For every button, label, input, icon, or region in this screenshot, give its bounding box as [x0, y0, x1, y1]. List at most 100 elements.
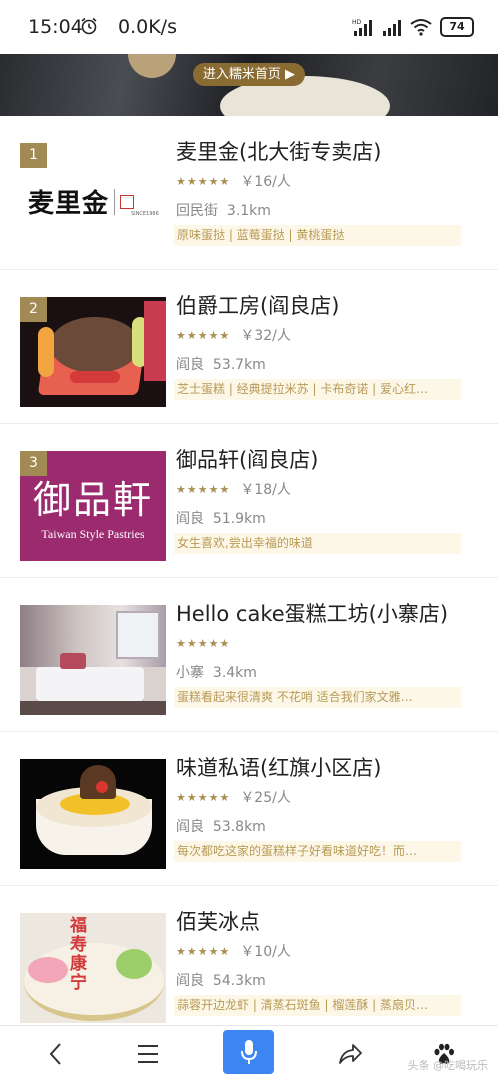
shop-image [20, 605, 166, 715]
network-speed: 0.0K/s [118, 16, 177, 38]
logo-seal [120, 194, 135, 209]
shop-item[interactable]: 3 御品軒 Taiwan Style Pastries 御品轩(阎良店) ★★★… [0, 424, 498, 578]
battery-icon: 74 [440, 17, 474, 37]
shop-item[interactable]: 2 伯爵工房(阎良店) ★★★★★ ￥32/人 阎良 53.7km 芝士蛋糕 |… [0, 270, 498, 424]
recommended-dishes: 每次都吃这家的蛋糕样子好看味道好吃！而… [174, 841, 461, 862]
price-per-person: ￥32/人 [240, 328, 291, 344]
wifi-icon [410, 19, 432, 36]
shop-image [20, 759, 166, 869]
microphone-icon [240, 1040, 257, 1064]
location-row: 小寨 3.4km [176, 662, 257, 682]
room-floor [20, 701, 166, 715]
area-name: 回民街 [176, 203, 218, 219]
shop-item[interactable]: 福寿康宁 佰芙冰点 ★★★★★ ￥10/人 阎良 54.3km 蒜蓉开边龙虾 |… [0, 886, 498, 1040]
back-button[interactable] [38, 1036, 74, 1072]
shop-image: 3 御品軒 Taiwan Style Pastries [20, 451, 166, 561]
shop-logo-text: 御品軒 [32, 478, 153, 522]
area-name: 小寨 [176, 665, 204, 681]
signal-icon [383, 20, 401, 36]
star-rating: ★★★★★ [176, 944, 231, 958]
price-per-person: ￥10/人 [240, 944, 291, 960]
location-row: 阎良 54.3km [176, 970, 266, 990]
recommended-dishes: 女生喜欢,尝出幸福的味道 [174, 533, 461, 554]
location-row: 阎良 53.7km [176, 354, 266, 374]
rank-badge: 3 [20, 451, 47, 476]
status-time: 15:04 [28, 16, 83, 38]
voice-search-button[interactable] [223, 1030, 274, 1074]
area-name: 阎良 [176, 357, 204, 373]
recommended-dishes: 原味蛋挞 | 蓝莓蛋挞 | 黄桃蛋挞 [174, 225, 461, 246]
signal-hd-icon: HD [352, 19, 372, 36]
location-row: 阎良 51.9km [176, 508, 266, 528]
shop-name[interactable]: Hello cake蛋糕工坊(小寨店) [176, 598, 448, 628]
price-per-person: ￥18/人 [240, 482, 291, 498]
shop-name[interactable]: 伯爵工房(阎良店) [176, 290, 339, 320]
cake-fruit-left [38, 327, 54, 377]
rank-badge: 1 [20, 143, 47, 168]
shop-logo-sub: Taiwan Style Pastries [41, 527, 145, 541]
share-button[interactable] [332, 1036, 368, 1072]
star-rating: ★★★★★ [176, 636, 231, 650]
enter-nuomi-home-button[interactable]: 进入糯米首页 ▶ [193, 63, 305, 86]
recommended-dishes: 蒜蓉开边龙虾 | 清蒸石斑鱼 | 榴莲酥 | 蒸扇贝… [174, 995, 461, 1016]
location-row: 回民街 3.1km [176, 200, 271, 220]
room-bed [36, 667, 144, 701]
rating-row: ★★★★★ ￥32/人 [176, 327, 291, 344]
signal-hd-label: HD [352, 19, 362, 26]
rating-row: ★★★★★ ￥18/人 [176, 481, 291, 498]
room-window [116, 611, 160, 659]
logo-divider [114, 188, 116, 215]
shop-name[interactable]: 麦里金(北大街专卖店) [176, 136, 381, 166]
area-name: 阎良 [176, 819, 204, 835]
shop-item[interactable]: 味道私语(红旗小区店) ★★★★★ ￥25/人 阎良 53.8km 每次都吃这家… [0, 732, 498, 886]
menu-icon [138, 1045, 158, 1063]
shop-image: 1 麦里金 SINCE1986 [20, 143, 166, 253]
shop-name[interactable]: 佰芙冰点 [176, 906, 260, 936]
cake-text: 福寿康宁 [70, 916, 87, 993]
area-name: 阎良 [176, 511, 204, 527]
shop-item[interactable]: Hello cake蛋糕工坊(小寨店) ★★★★★ 小寨 3.4km 蛋糕看起来… [0, 578, 498, 732]
shop-name[interactable]: 御品轩(阎良店) [176, 444, 318, 474]
distance: 3.1km [226, 203, 271, 219]
star-rating: ★★★★★ [176, 328, 231, 342]
star-rating: ★★★★★ [176, 790, 231, 804]
shop-logo-sub: SINCE1986 [131, 211, 159, 217]
shop-image: 2 [20, 297, 166, 407]
recommended-dishes: 芝士蛋糕 | 经典提拉米苏 | 卡布奇诺 | 爱心红… [174, 379, 461, 400]
alarm-icon [81, 17, 97, 35]
location-row: 阎良 53.8km [176, 816, 266, 836]
star-rating: ★★★★★ [176, 174, 231, 188]
cake-decoration [116, 949, 152, 979]
star-rating: ★★★★★ [176, 482, 231, 496]
distance: 53.8km [212, 819, 266, 835]
distance: 51.9km [212, 511, 266, 527]
room-pillow [60, 653, 86, 669]
rating-row: ★★★★★ ￥25/人 [176, 789, 291, 806]
status-bar: 15:04 0.0K/s HD 74 [0, 0, 498, 54]
cake-peaches [28, 957, 68, 983]
bottom-nav: 头条 @吃喝玩乐 [0, 1025, 498, 1081]
cake-top [50, 317, 140, 373]
distance: 3.4km [212, 665, 257, 681]
menu-button[interactable] [130, 1036, 166, 1072]
shop-image: 福寿康宁 [20, 913, 166, 1023]
price-per-person: ￥25/人 [240, 790, 291, 806]
rating-row: ★★★★★ ￥10/人 [176, 943, 291, 960]
rating-row: ★★★★★ [176, 635, 240, 651]
distance: 54.3km [212, 973, 266, 989]
rating-row: ★★★★★ ￥16/人 [176, 173, 291, 190]
watermark: 头条 @吃喝玩乐 [407, 1059, 489, 1072]
shop-name[interactable]: 味道私语(红旗小区店) [176, 752, 381, 782]
share-icon [339, 1044, 362, 1064]
rank-badge: 2 [20, 297, 47, 322]
banner-pastry-image [128, 54, 176, 78]
shop-item[interactable]: 1 麦里金 SINCE1986 麦里金(北大街专卖店) ★★★★★ ￥16/人 … [0, 116, 498, 270]
cake-fruit-bottom [70, 371, 120, 383]
shop-logo: 麦里金 [28, 183, 135, 220]
distance: 53.7km [212, 357, 266, 373]
area-name: 阎良 [176, 973, 204, 989]
cake-plate [144, 301, 166, 381]
recommended-dishes: 蛋糕看起来很清爽 不花哨 适合我们家文雅… [174, 687, 461, 708]
shop-logo-text: 麦里金 [28, 189, 110, 219]
shop-list: 1 麦里金 SINCE1986 麦里金(北大街专卖店) ★★★★★ ￥16/人 … [0, 116, 498, 1040]
